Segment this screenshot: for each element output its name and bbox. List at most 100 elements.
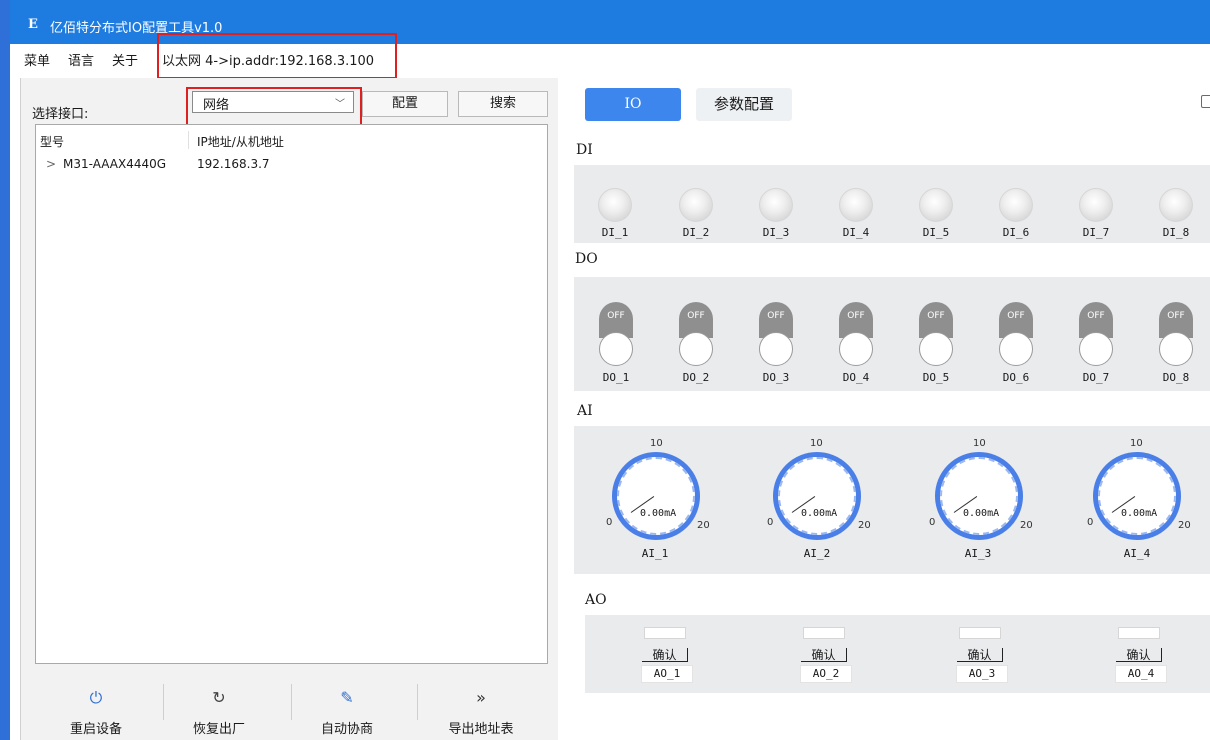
gauge-min-label: 0 <box>1087 517 1094 528</box>
device-address: 192.168.3.7 <box>197 157 270 171</box>
ai-label: AI_4 <box>1123 547 1151 560</box>
gauge-value: 0.00mA <box>801 508 838 519</box>
ai-section-title: AI <box>577 403 593 419</box>
factory-reset-button[interactable]: ↻ 恢复出厂 <box>169 672 269 738</box>
ao-confirm-button[interactable]: 确认 <box>1116 648 1162 662</box>
do-toggle[interactable]: OFF <box>759 302 793 366</box>
gauge-end-label: 20 <box>858 520 871 531</box>
di-indicator <box>759 188 793 222</box>
gauge-ticks <box>617 457 695 535</box>
ao-value-input[interactable] <box>959 627 1001 639</box>
app-window: E 亿佰特分布式IO配置工具v1.0 菜单 语言 关于 以太网 4->ip.ad… <box>0 0 1210 740</box>
ai-label: AI_3 <box>964 547 992 560</box>
ai-gauge: 0.00mA <box>773 452 861 540</box>
di-indicator <box>679 188 713 222</box>
do-label: DO_4 <box>842 371 870 384</box>
toggle-knob <box>1159 332 1193 366</box>
export-address-button[interactable]: » 导出地址表 <box>431 672 531 738</box>
toggle-state: OFF <box>767 311 785 321</box>
ao-value-input[interactable] <box>644 627 686 639</box>
di-label: DI_7 <box>1082 226 1110 239</box>
gauge-end-label: 20 <box>1020 520 1033 531</box>
menu-item-menu[interactable]: 菜单 <box>24 50 50 69</box>
di-label: DI_4 <box>842 226 870 239</box>
column-header-address: IP地址/从机地址 <box>197 135 284 149</box>
device-model: M31-AAAX4440G <box>63 157 167 171</box>
toggle-state: OFF <box>847 311 865 321</box>
ai-gauge: 0.00mA <box>935 452 1023 540</box>
gauge-ticks <box>940 457 1018 535</box>
gauge-ticks <box>778 457 856 535</box>
column-header-model: 型号 <box>40 135 65 149</box>
gauge-end-label: 20 <box>1178 520 1191 531</box>
di-indicator <box>598 188 632 222</box>
di-indicator <box>919 188 953 222</box>
do-label: DO_3 <box>762 371 790 384</box>
ao-confirm-button[interactable]: 确认 <box>957 648 1003 662</box>
do-toggle[interactable]: OFF <box>999 302 1033 366</box>
toggle-knob <box>679 332 713 366</box>
gauge-max-label: 10 <box>1130 438 1143 449</box>
auto-negotiate-button[interactable]: ✎ 自动协商 <box>297 672 397 738</box>
refresh-icon: ↻ <box>212 688 226 707</box>
search-button[interactable]: 搜索 <box>458 91 548 117</box>
ao-section-title: AO <box>585 592 607 608</box>
toggle-knob <box>759 332 793 366</box>
auto-negotiate-label: 自动协商 <box>320 722 373 737</box>
double-chevron-right-icon: » <box>476 688 486 707</box>
toggle-state: OFF <box>1167 311 1185 321</box>
menu-item-about[interactable]: 关于 <box>112 50 138 69</box>
ao-value-input[interactable] <box>1118 627 1160 639</box>
gauge-min-label: 0 <box>606 517 613 528</box>
gauge-max-label: 10 <box>810 438 823 449</box>
do-toggle[interactable]: OFF <box>599 302 633 366</box>
di-indicator <box>1079 188 1113 222</box>
di-indicator <box>999 188 1033 222</box>
column-divider <box>188 131 189 149</box>
ao-label: AO_4 <box>1115 665 1167 683</box>
di-label: DI_8 <box>1162 226 1190 239</box>
connection-highlight-box <box>157 33 397 79</box>
gauge-value: 0.00mA <box>1121 508 1158 519</box>
gauge-value: 0.00mA <box>963 508 1000 519</box>
toggle-knob <box>919 332 953 366</box>
do-label: DO_7 <box>1082 371 1110 384</box>
toggle-knob <box>999 332 1033 366</box>
config-button[interactable]: 配置 <box>362 91 448 117</box>
app-logo: E <box>28 17 38 32</box>
do-label: DO_6 <box>1002 371 1030 384</box>
tab-parameter-config[interactable]: 参数配置 <box>696 88 792 121</box>
interface-label: 选择接口: <box>32 107 89 122</box>
do-label: DO_8 <box>1162 371 1190 384</box>
ao-label: AO_2 <box>800 665 852 683</box>
edit-icon: ✎ <box>340 688 354 707</box>
ao-confirm-button[interactable]: 确认 <box>801 648 847 662</box>
ai-label: AI_1 <box>641 547 669 560</box>
do-toggle[interactable]: OFF <box>679 302 713 366</box>
toggle-knob <box>839 332 873 366</box>
ao-value-input[interactable] <box>803 627 845 639</box>
gauge-min-label: 0 <box>767 517 774 528</box>
di-indicator <box>839 188 873 222</box>
action-bar: ⏻ 重启设备 ↻ 恢复出厂 ✎ 自动协商 » 导出地址表 <box>35 672 548 740</box>
toggle-state: OFF <box>607 311 625 321</box>
di-section-title: DI <box>576 142 593 158</box>
do-toggle[interactable]: OFF <box>1159 302 1193 366</box>
checkbox[interactable] <box>1201 95 1210 108</box>
menu-item-language[interactable]: 语言 <box>68 50 94 69</box>
expand-icon[interactable]: > <box>46 157 56 171</box>
gauge-max-label: 10 <box>973 438 986 449</box>
di-label: DI_6 <box>1002 226 1030 239</box>
toggle-knob <box>1079 332 1113 366</box>
factory-reset-label: 恢复出厂 <box>192 722 245 737</box>
ao-confirm-button[interactable]: 确认 <box>642 648 688 662</box>
toggle-knob <box>599 332 633 366</box>
di-label: DI_3 <box>762 226 790 239</box>
do-toggle[interactable]: OFF <box>1079 302 1113 366</box>
gauge-max-label: 10 <box>650 438 663 449</box>
do-toggle[interactable]: OFF <box>919 302 953 366</box>
tab-io[interactable]: IO <box>585 88 681 121</box>
reboot-button[interactable]: ⏻ 重启设备 <box>46 672 146 738</box>
window-edge <box>0 0 10 740</box>
do-toggle[interactable]: OFF <box>839 302 873 366</box>
